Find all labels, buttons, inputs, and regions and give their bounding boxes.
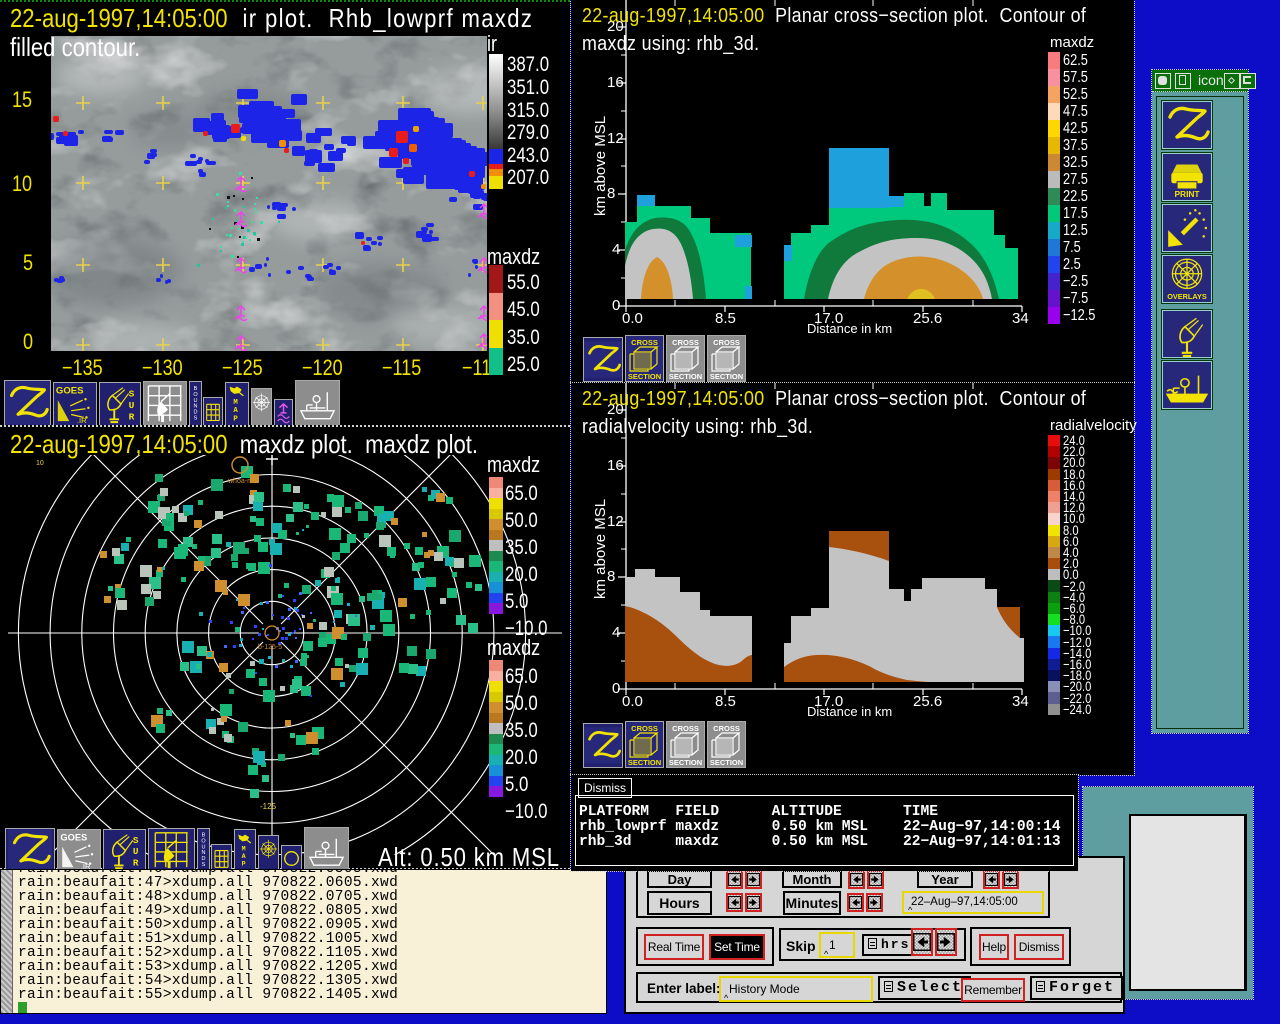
- svg-text:P: P: [233, 416, 238, 424]
- svg-text:10: 10: [36, 460, 44, 467]
- svg-text:SECTION: SECTION: [710, 372, 743, 381]
- svg-text:CROSS: CROSS: [631, 724, 658, 733]
- svg-text:-125: -125: [260, 802, 277, 811]
- svg-text:CROSS: CROSS: [713, 338, 740, 347]
- svg-text:OVERLAYS: OVERLAYS: [1167, 292, 1207, 301]
- svg-text:CROSS: CROSS: [672, 724, 699, 733]
- svg-text:M: M: [233, 399, 238, 407]
- svg-text:CROSS: CROSS: [631, 338, 658, 347]
- svg-text:R: R: [133, 857, 139, 868]
- svg-text:SECTION: SECTION: [628, 758, 661, 767]
- svg-text:CROSS: CROSS: [672, 338, 699, 347]
- svg-text:GOES: GOES: [60, 832, 87, 842]
- svg-text:A: A: [233, 407, 238, 415]
- svg-text:R: R: [129, 411, 135, 422]
- svg-text:S: S: [133, 835, 139, 846]
- svg-text:SECTION: SECTION: [669, 758, 702, 767]
- svg-text:CROSS: CROSS: [713, 724, 740, 733]
- svg-text:U: U: [133, 846, 139, 857]
- svg-text:b-125-5: b-125-5: [258, 644, 282, 651]
- svg-text:U: U: [129, 400, 135, 411]
- svg-text:S: S: [129, 388, 135, 399]
- svg-text:SECTION: SECTION: [669, 372, 702, 381]
- svg-text:SECTION: SECTION: [628, 372, 661, 381]
- svg-text:whoa-m-I: whoa-m-I: [227, 478, 257, 485]
- svg-text:SECTION: SECTION: [710, 758, 743, 767]
- svg-text:P: P: [242, 860, 246, 868]
- svg-text:PRINT: PRINT: [1174, 189, 1200, 199]
- svg-text:GOES: GOES: [56, 386, 84, 397]
- svg-text:.IR: .IR: [77, 416, 87, 425]
- svg-text:S: S: [202, 862, 206, 868]
- svg-text:S: S: [194, 416, 198, 422]
